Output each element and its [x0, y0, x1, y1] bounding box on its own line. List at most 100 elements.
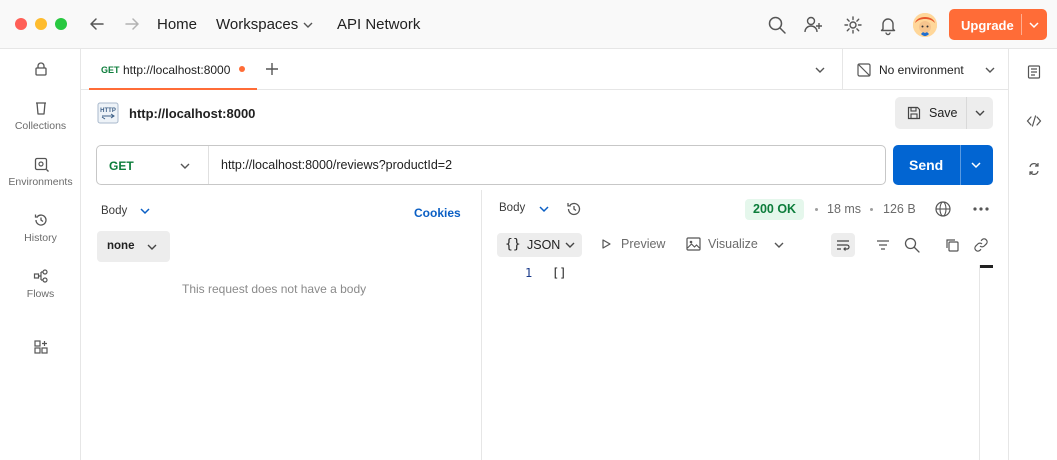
- tab-overflow-chevron-down-icon[interactable]: [814, 64, 826, 76]
- back-arrow-icon[interactable]: [87, 14, 109, 36]
- url-input[interactable]: http://localhost:8000/reviews?productId=…: [221, 158, 452, 172]
- filter-icon[interactable]: [875, 237, 891, 253]
- url-bar-separator: [208, 146, 209, 184]
- request-tab-bar: GET http://localhost:8000 No environment: [81, 49, 1008, 90]
- nav-api-network[interactable]: API Network: [337, 16, 420, 33]
- environment-chevron-down-icon: [984, 64, 996, 76]
- request-body-tab[interactable]: Body: [101, 205, 127, 217]
- history-icon: [0, 212, 81, 228]
- save-disk-icon: [906, 105, 922, 121]
- empty-body-message: This request does not have a body: [182, 282, 367, 296]
- send-chevron-down-icon[interactable]: [970, 159, 982, 171]
- upgrade-button[interactable]: Upgrade: [949, 9, 1047, 40]
- sidebar-item-configure[interactable]: [0, 339, 81, 359]
- search-response-icon[interactable]: [903, 236, 921, 254]
- new-tab-plus-icon[interactable]: [265, 62, 279, 76]
- code-snippet-icon[interactable]: [1026, 113, 1042, 129]
- response-format-select[interactable]: {} JSON: [497, 233, 582, 257]
- forward-arrow-icon[interactable]: [122, 14, 144, 36]
- settings-gear-icon[interactable]: [842, 14, 864, 36]
- sidebar-item-collections[interactable]: Collections: [0, 100, 81, 132]
- tab-method-badge: GET: [101, 65, 120, 75]
- upgrade-chevron-down-icon[interactable]: [1028, 19, 1040, 31]
- search-icon[interactable]: [766, 14, 788, 36]
- link-icon[interactable]: [973, 237, 989, 253]
- environments-icon: [0, 156, 81, 172]
- body-type-select[interactable]: none: [97, 231, 170, 262]
- copy-icon[interactable]: [944, 237, 960, 253]
- method-select[interactable]: GET: [109, 159, 134, 173]
- upgrade-label: Upgrade: [961, 18, 1014, 33]
- unsaved-changes-dot: [239, 66, 245, 72]
- json-braces-icon: {}: [505, 237, 521, 252]
- cookies-link[interactable]: Cookies: [414, 206, 461, 220]
- related-collections-icon[interactable]: [1026, 161, 1042, 177]
- documentation-icon[interactable]: [1026, 64, 1042, 80]
- workspaces-chevron-down-icon[interactable]: [302, 19, 314, 31]
- window-maximize-button[interactable]: [55, 18, 67, 30]
- network-globe-icon[interactable]: [934, 200, 952, 218]
- save-separator: [966, 97, 967, 129]
- body-type-label: none: [107, 240, 135, 252]
- send-separator: [960, 145, 961, 185]
- response-body-tab[interactable]: Body: [499, 202, 525, 214]
- no-environment-icon: [856, 62, 872, 78]
- tab-title: http://localhost:8000: [123, 63, 231, 77]
- upgrade-separator: [1021, 14, 1022, 35]
- title-bar: Home Workspaces API Network Upgrade: [0, 0, 1057, 49]
- sidebar-item-environments[interactable]: Environments: [0, 156, 81, 188]
- sidebar-item-label: Environments: [8, 176, 73, 188]
- sidebar-item-workspace-lock[interactable]: [0, 61, 81, 81]
- window-minimize-button[interactable]: [35, 18, 47, 30]
- send-button[interactable]: Send: [893, 145, 993, 185]
- request-title[interactable]: http://localhost:8000: [129, 106, 255, 121]
- lock-icon: [0, 61, 81, 77]
- send-label: Send: [909, 157, 944, 173]
- visualize-image-icon[interactable]: [686, 237, 701, 251]
- response-history-icon[interactable]: [565, 200, 583, 218]
- body-type-chevron-down-icon: [146, 241, 158, 253]
- response-time[interactable]: 18 ms: [827, 202, 861, 216]
- sidebar-item-label: Collections: [14, 120, 67, 132]
- postman-window: Home Workspaces API Network Upgrade Coll…: [0, 0, 1057, 460]
- response-scrollbar-thumb[interactable]: [980, 265, 993, 268]
- request-body-chevron-down-icon[interactable]: [139, 205, 151, 217]
- flows-icon: [0, 268, 81, 284]
- visualize-chevron-down-icon[interactable]: [773, 239, 785, 251]
- response-size[interactable]: 126 B: [883, 202, 916, 216]
- environment-label: No environment: [879, 63, 964, 77]
- url-bar: GET http://localhost:8000/reviews?produc…: [96, 145, 886, 185]
- svg-text:HTTP: HTTP: [100, 108, 116, 114]
- user-avatar[interactable]: [913, 13, 937, 37]
- response-body-chevron-down-icon[interactable]: [538, 203, 550, 215]
- http-request-icon: HTTP: [97, 102, 119, 124]
- nav-workspaces[interactable]: Workspaces: [216, 16, 298, 33]
- invite-user-icon[interactable]: [802, 14, 824, 36]
- nav-home[interactable]: Home: [157, 16, 197, 33]
- wrap-lines-button[interactable]: [831, 233, 855, 257]
- response-scrollbar-track[interactable]: [979, 265, 980, 460]
- preview-play-icon[interactable]: [600, 238, 612, 250]
- tab-localhost-8000[interactable]: GET http://localhost:8000: [89, 49, 257, 90]
- save-chevron-down-icon[interactable]: [974, 107, 986, 119]
- method-chevron-down-icon[interactable]: [179, 160, 191, 172]
- save-label: Save: [929, 106, 958, 120]
- preview-tab[interactable]: Preview: [621, 237, 665, 251]
- response-code-line[interactable]: []: [552, 266, 566, 280]
- notifications-bell-icon[interactable]: [877, 14, 899, 36]
- wrap-lines-icon: [835, 237, 851, 253]
- status-badge[interactable]: 200 OK: [745, 199, 805, 220]
- pane-divider[interactable]: [481, 190, 482, 460]
- left-sidebar: Collections Environments History Flows: [0, 49, 81, 460]
- line-number: 1: [525, 266, 533, 280]
- meta-separator-dot: [815, 208, 818, 211]
- window-close-button[interactable]: [15, 18, 27, 30]
- sidebar-item-history[interactable]: History: [0, 212, 81, 244]
- sidebar-item-flows[interactable]: Flows: [0, 268, 81, 300]
- sidebar-item-label: Flows: [26, 288, 55, 300]
- visualize-tab[interactable]: Visualize: [708, 237, 758, 251]
- environment-selector[interactable]: No environment: [842, 49, 1008, 90]
- meta-separator-dot: [870, 208, 873, 211]
- more-options-icon[interactable]: [972, 202, 990, 216]
- save-button[interactable]: Save: [895, 97, 993, 129]
